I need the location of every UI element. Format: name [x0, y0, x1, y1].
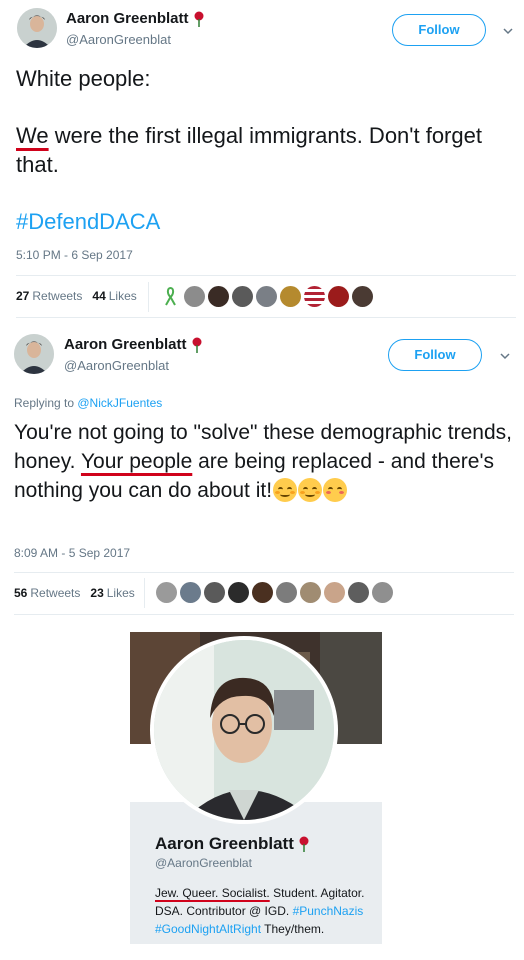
liker-avatar[interactable] [304, 286, 325, 307]
retweets-label[interactable]: Retweets [32, 289, 82, 303]
engagement-stats: 56 Retweets 23 Likes [14, 586, 135, 600]
liker-avatar[interactable] [276, 582, 297, 603]
name-row: Aaron Greenblatt [64, 336, 203, 353]
rose-icon [194, 11, 204, 27]
profile-name-row: Aaron Greenblatt [155, 834, 310, 854]
divider [14, 614, 514, 615]
liker-avatar[interactable] [280, 286, 301, 307]
timestamp[interactable]: 5:10 PM - 6 Sep 2017 [16, 248, 133, 262]
chevron-down-icon[interactable] [498, 349, 512, 363]
tweet-text-rest: were the first illegal immigrants. Don't… [16, 123, 482, 177]
bio-hashtag[interactable]: #PunchNazis [293, 904, 364, 918]
avatar[interactable] [14, 334, 54, 374]
liker-avatar[interactable] [328, 286, 349, 307]
tweet-text: You're not going to "solve" these demogr… [14, 418, 514, 505]
liker-avatar[interactable] [204, 582, 225, 603]
profile-handle[interactable]: @AaronGreenblat [155, 856, 252, 870]
tweet-text: White people: We were the first illegal … [16, 64, 508, 236]
handle[interactable]: @AaronGreenblat [64, 358, 169, 373]
tweet-2: Aaron Greenblatt @AaronGreenblat Follow … [0, 320, 524, 620]
profile-bio: Jew. Queer. Socialist. Student. Agitator… [155, 884, 380, 938]
divider-vertical [148, 282, 149, 312]
liker-avatar[interactable] [184, 286, 205, 307]
rose-icon [299, 836, 309, 852]
liker-avatar[interactable] [208, 286, 229, 307]
profile-photo-image [154, 640, 334, 820]
liker-avatar[interactable] [180, 582, 201, 603]
liker-avatar[interactable] [228, 582, 249, 603]
hashtag-link[interactable]: #DefendDACA [16, 207, 508, 236]
retweets-count[interactable]: 56 [14, 586, 27, 600]
display-name[interactable]: Aaron Greenblatt [64, 336, 187, 353]
divider [16, 275, 516, 276]
tweet-1: Aaron Greenblatt @AaronGreenblat Follow … [0, 0, 524, 318]
liker-avatar[interactable] [372, 582, 393, 603]
timestamp[interactable]: 8:09 AM - 5 Sep 2017 [14, 546, 130, 560]
liker-avatars [156, 582, 393, 603]
retweets-label[interactable]: Retweets [30, 586, 80, 600]
retweets-count[interactable]: 27 [16, 289, 29, 303]
divider [14, 572, 514, 573]
divider-vertical [144, 578, 145, 608]
liker-avatar[interactable] [252, 582, 273, 603]
tweet-text-line1: White people: [16, 66, 151, 91]
emoji-smile-icon [298, 478, 323, 502]
liker-avatar[interactable] [348, 582, 369, 603]
replying-to: Replying to @NickJFuentes [14, 396, 162, 410]
profile-card: Aaron Greenblatt @AaronGreenblat Jew. Qu… [130, 632, 382, 944]
liker-avatar[interactable] [324, 582, 345, 603]
tweet-text-line2: We were the first illegal immigrants. Do… [16, 121, 508, 179]
divider [16, 317, 516, 318]
likes-label[interactable]: Likes [109, 289, 137, 303]
liker-avatar[interactable] [352, 286, 373, 307]
profile-avatar[interactable] [150, 636, 338, 824]
liker-avatar[interactable] [232, 286, 253, 307]
profile-photo [154, 640, 334, 820]
ribbon-icon[interactable] [160, 286, 181, 307]
likes-count[interactable]: 23 [90, 586, 103, 600]
display-name[interactable]: Aaron Greenblatt [66, 10, 189, 27]
bio-hashtag[interactable]: #GoodNightAltRight [155, 922, 261, 936]
likes-count[interactable]: 44 [92, 289, 105, 303]
profile-display-name[interactable]: Aaron Greenblatt [155, 834, 294, 854]
name-row: Aaron Greenblatt [66, 10, 205, 27]
rose-icon [192, 337, 202, 353]
reply-prefix: Replying to [14, 396, 78, 410]
engagement-stats: 27 Retweets 44 Likes [16, 289, 137, 303]
reply-handle-link[interactable]: @NickJFuentes [77, 396, 162, 410]
bio-underlined: Jew. Queer. Socialist. [155, 886, 270, 900]
liker-avatar[interactable] [256, 286, 277, 307]
chevron-down-icon[interactable] [501, 24, 515, 38]
handle[interactable]: @AaronGreenblat [66, 32, 171, 47]
liker-avatar[interactable] [300, 582, 321, 603]
bio-pronouns: They/them. [261, 922, 325, 936]
liker-avatar[interactable] [156, 582, 177, 603]
emoji-smile-icon [273, 478, 298, 502]
avatar[interactable] [17, 8, 57, 48]
avatar-image [17, 8, 57, 48]
underlined-phrase: Your people [80, 450, 193, 473]
follow-button[interactable]: Follow [392, 14, 486, 46]
underlined-word: We [16, 123, 49, 148]
avatar-image [14, 334, 54, 374]
likes-label[interactable]: Likes [107, 586, 135, 600]
liker-avatars [160, 286, 373, 307]
emoji-kiss-icon [323, 478, 348, 502]
follow-button[interactable]: Follow [388, 339, 482, 371]
